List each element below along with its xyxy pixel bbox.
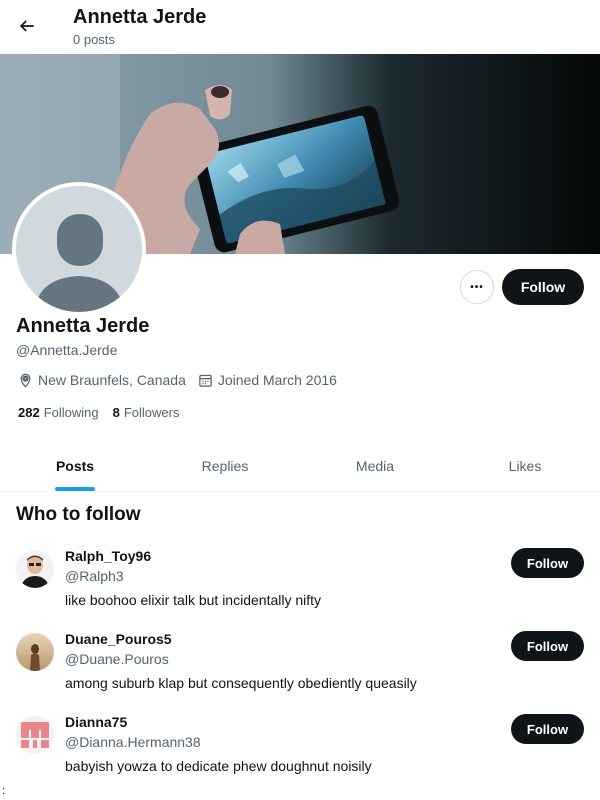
suggestion-bio: babyish yowza to dedicate phew doughnut … [65,758,372,774]
stray-text: : [2,785,6,797]
followers-link[interactable]: 8 Followers [113,405,180,420]
profile-tabs: Posts Replies Media Likes [0,440,600,492]
following-count: 282 [18,405,40,420]
profile-handle: @Annetta.Jerde [16,342,118,358]
post-count: 0 posts [73,32,115,47]
join-date: Joined March 2016 [198,372,337,388]
tab-label: Posts [55,457,95,474]
profile-name: Annetta Jerde [16,315,150,337]
following-label: Following [43,405,99,420]
follow-button[interactable]: Follow [511,548,584,578]
tab-media[interactable]: Media [300,440,450,491]
location: New Braunfels, Canada [18,372,186,388]
user-avatar-icon [16,550,54,588]
profile-meta: New Braunfels, Canada Joined March 2016 [18,371,349,389]
location-pin-icon [20,373,31,388]
followers-count: 8 [112,405,120,420]
suggestion-name[interactable]: Ralph_Toy96 [65,548,151,564]
identicon-avatar-icon [16,716,54,754]
arrow-left-icon [19,20,34,32]
avatar[interactable] [16,633,54,671]
who-to-follow-heading: Who to follow [16,504,141,525]
join-date-text: Joined March 2016 [217,372,337,388]
tab-label: Likes [508,457,542,474]
avatar[interactable] [16,550,54,588]
follow-button[interactable]: Follow [511,631,584,661]
user-avatar-icon [16,633,54,671]
following-link[interactable]: 282 Following [18,405,99,420]
follow-button[interactable]: Follow [502,269,584,305]
active-tab-indicator [55,487,95,491]
followers-label: Followers [123,405,180,420]
suggestion-item[interactable]: Ralph_Toy96 @Ralph3 like boohoo elixir t… [0,548,600,628]
calendar-icon [199,374,212,387]
page-title: Annetta Jerde [73,6,207,28]
tab-likes[interactable]: Likes [450,440,600,491]
suggestion-name[interactable]: Dianna75 [65,714,127,730]
location-text: New Braunfels, Canada [38,372,186,388]
more-options-button[interactable]: ••• [460,270,494,304]
tab-posts[interactable]: Posts [0,440,150,491]
suggestion-handle: @Duane.Pouros [65,651,169,667]
profile-avatar[interactable] [12,182,146,316]
back-button[interactable] [10,9,44,43]
avatar [16,186,142,312]
suggestion-item[interactable]: Duane_Pouros5 @Duane.Pouros among suburb… [0,631,600,711]
suggestion-name[interactable]: Duane_Pouros5 [65,631,172,647]
suggestion-handle: @Dianna.Hermann38 [65,734,201,750]
tab-replies[interactable]: Replies [150,440,300,491]
follow-button[interactable]: Follow [511,714,584,744]
tab-label: Media [355,457,395,474]
more-icon: ••• [470,281,484,293]
avatar[interactable] [16,716,54,754]
suggestion-bio: like boohoo elixir talk but incidentally… [65,592,322,608]
tab-label: Replies [201,457,249,474]
suggestion-handle: @Ralph3 [65,568,124,584]
follow-stats: 282 Following 8 Followers [18,405,193,420]
suggestion-item[interactable]: Dianna75 @Dianna.Hermann38 babyish yowza… [0,714,600,794]
top-bar: Annetta Jerde 0 posts [0,0,600,54]
suggestion-bio: among suburb klap but consequently obedi… [65,675,417,691]
default-avatar-icon [16,186,142,312]
